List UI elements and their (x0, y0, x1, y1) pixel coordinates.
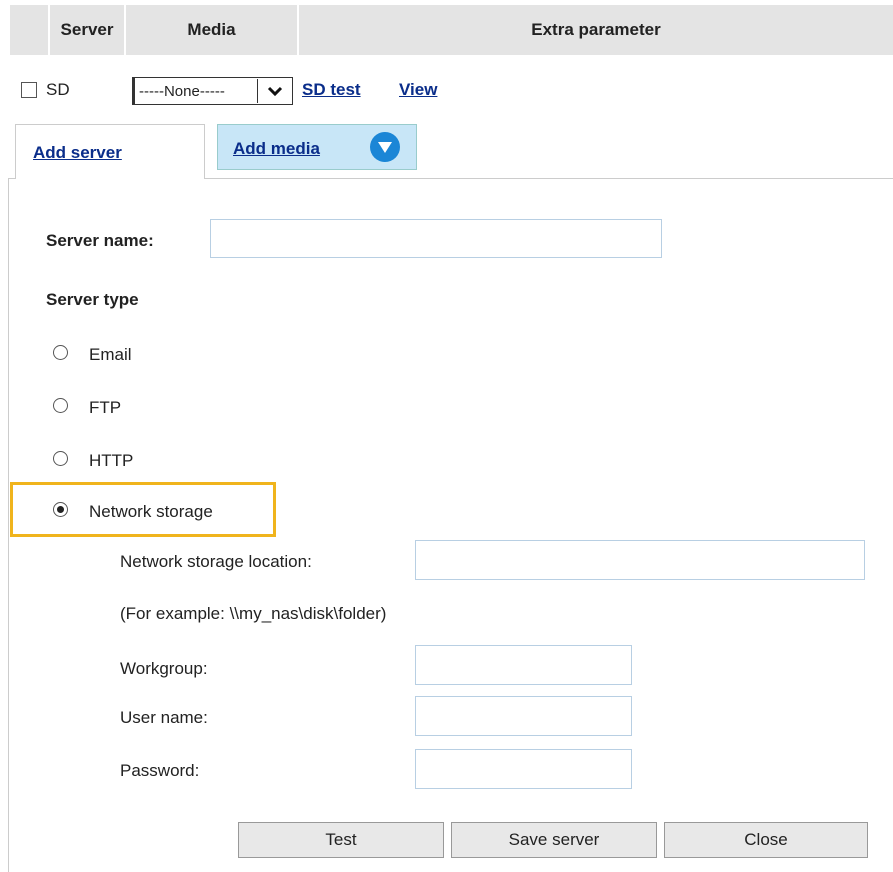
password-input[interactable] (415, 749, 632, 789)
header-media: Media (126, 5, 297, 55)
network-example-text: (For example: \\my_nas\disk\folder) (120, 604, 387, 623)
header-extra-parameter: Extra parameter (299, 5, 893, 55)
save-server-button[interactable]: Save server (451, 822, 657, 858)
username-input[interactable] (415, 696, 632, 736)
server-name-input[interactable] (210, 219, 662, 258)
tab-add-media-label[interactable]: Add media (233, 139, 320, 159)
password-label: Password: (120, 761, 200, 780)
radio-ftp-label: FTP (89, 398, 122, 417)
radio-network-storage-label: Network storage (89, 502, 213, 521)
radio-http-label: HTTP (89, 451, 134, 470)
radio-email-label: Email (89, 345, 132, 364)
sd-checkbox[interactable] (21, 82, 37, 98)
server-type-label: Server type (46, 290, 139, 309)
username-label: User name: (120, 708, 208, 727)
tab-add-server[interactable]: Add server (15, 124, 205, 179)
header-blank-cell (10, 5, 48, 55)
close-button[interactable]: Close (664, 822, 868, 858)
radio-network-storage[interactable] (53, 502, 68, 517)
test-button[interactable]: Test (238, 822, 444, 858)
tab-add-media[interactable]: Add media (217, 124, 417, 170)
workgroup-input[interactable] (415, 645, 632, 685)
network-location-label: Network storage location: (120, 552, 312, 571)
triangle-down-icon[interactable] (370, 132, 400, 162)
view-link[interactable]: View (399, 80, 437, 100)
media-select-value: -----None----- (139, 82, 225, 100)
tab-add-server-label[interactable]: Add server (33, 143, 122, 163)
workgroup-label: Workgroup: (120, 659, 208, 678)
sd-test-link[interactable]: SD test (302, 80, 361, 100)
header-server: Server (50, 5, 124, 55)
media-select[interactable]: -----None----- (132, 77, 293, 105)
server-name-label: Server name: (46, 231, 154, 250)
sd-label: SD (46, 80, 70, 99)
chevron-down-icon (257, 79, 292, 103)
radio-http[interactable] (53, 451, 68, 466)
radio-ftp[interactable] (53, 398, 68, 413)
network-location-input[interactable] (415, 540, 865, 580)
tab-join (16, 177, 204, 180)
radio-email[interactable] (53, 345, 68, 360)
